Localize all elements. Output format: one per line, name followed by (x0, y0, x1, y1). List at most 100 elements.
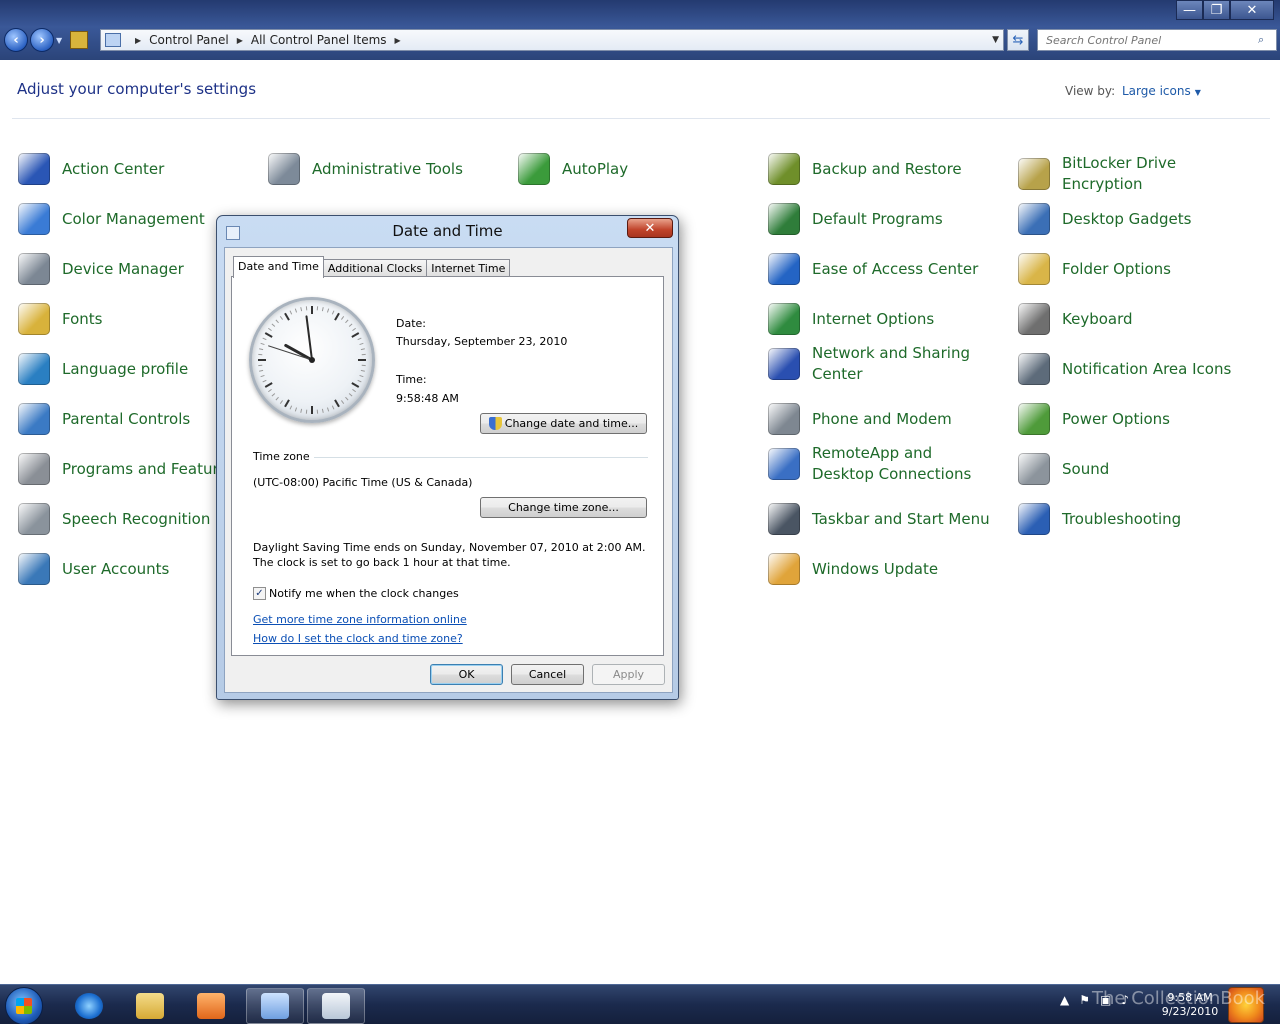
color-icon (18, 203, 50, 235)
cp-item-bitlocker[interactable]: BitLocker Drive Encryption (1018, 153, 1258, 195)
folder-icon (136, 993, 164, 1019)
clock-hour-tick (351, 382, 360, 388)
clock-minute-tick (348, 323, 353, 327)
taskbar-date-time[interactable] (307, 988, 365, 1024)
back-button[interactable]: ‹ (4, 28, 28, 52)
media-player-icon (197, 993, 225, 1019)
maximize-button[interactable]: ❐ (1203, 0, 1230, 20)
programs-icon (18, 453, 50, 485)
folder-icon (1018, 253, 1050, 285)
clock-hour-tick (284, 399, 290, 408)
close-button[interactable]: ✕ (1230, 0, 1274, 20)
refresh-button[interactable]: ⇆ (1007, 29, 1029, 51)
view-by-dropdown[interactable]: Large icons ▼ (1122, 84, 1201, 98)
clock-minute-tick (289, 405, 293, 410)
cp-item-action-center[interactable]: Action Center (18, 153, 258, 185)
clock-minute-tick (275, 319, 279, 324)
watermark-text: The CollectionBook (1092, 988, 1266, 1009)
cp-item-phone-modem[interactable]: Phone and Modem (768, 403, 1008, 435)
cp-item-network-sharing[interactable]: Network and Sharing Center (768, 343, 998, 385)
play-icon (518, 153, 550, 185)
gadgets-icon (1018, 203, 1050, 235)
dialog-close-button[interactable]: ✕ (627, 218, 673, 238)
notify-checkbox[interactable]: ✓ (253, 587, 266, 600)
chevron-right-icon[interactable]: ▶ (135, 36, 141, 45)
cp-item-remoteapp[interactable]: RemoteApp and Desktop Connections (768, 443, 998, 485)
keyboard-icon (1018, 303, 1050, 335)
action-center-flag-icon[interactable]: ⚑ (1079, 993, 1090, 1007)
cp-item-autoplay[interactable]: AutoPlay (518, 153, 758, 185)
apply-button[interactable]: Apply (592, 664, 665, 685)
time-label: Time: (396, 373, 427, 386)
cp-item-ease-of-access[interactable]: Ease of Access Center (768, 253, 1008, 285)
taskbar-media-player[interactable] (182, 988, 240, 1024)
refresh-icon: ⇆ (1012, 32, 1024, 48)
divider (12, 118, 1270, 119)
taskbar-control-panel[interactable] (246, 988, 304, 1024)
parental-icon (18, 403, 50, 435)
time-value: 9:58:48 AM (396, 392, 459, 405)
cp-item-folder-options[interactable]: Folder Options (1018, 253, 1258, 285)
ok-button[interactable]: OK (430, 664, 503, 685)
flag-icon (18, 153, 50, 185)
clock-minute-tick (294, 308, 298, 313)
address-bar[interactable]: ▶ Control Panel ▶ All Control Panel Item… (100, 29, 1004, 51)
arrow-right-icon: › (39, 32, 45, 48)
close-icon: ✕ (644, 220, 656, 236)
up-folder-icon[interactable] (70, 31, 89, 49)
clock-minute-tick (260, 342, 265, 346)
backup-icon (768, 153, 800, 185)
cp-item-windows-update[interactable]: Windows Update (768, 553, 1008, 585)
cp-item-backup-restore[interactable]: Backup and Restore (768, 153, 1008, 185)
navigation-buttons: ‹ › ▼ (4, 28, 89, 52)
dialog-title: Date and Time (392, 222, 503, 240)
clock-minute-tick (326, 308, 330, 313)
recent-pages-dropdown[interactable]: ▼ (56, 36, 62, 45)
minute-hand (305, 315, 313, 361)
tools-icon (268, 153, 300, 185)
clock-minute-tick (359, 342, 364, 346)
cancel-button[interactable]: Cancel (511, 664, 584, 685)
how-to-set-clock-link[interactable]: How do I set the clock and time zone? (253, 632, 463, 645)
minimize-button[interactable]: — (1176, 0, 1203, 20)
start-button[interactable] (5, 987, 43, 1024)
cp-item-sound[interactable]: Sound (1018, 453, 1258, 485)
search-icon[interactable]: ⌕ (1258, 33, 1276, 47)
search-input[interactable] (1038, 31, 1258, 49)
chevron-right-icon[interactable]: ▶ (237, 36, 243, 45)
show-hidden-icons-icon[interactable]: ▲ (1060, 993, 1069, 1007)
cp-item-power-options[interactable]: Power Options (1018, 403, 1258, 435)
cp-item-default-programs[interactable]: Default Programs (768, 203, 1008, 235)
date-time-dialog: Date and Time ✕ Date and Time Additional… (216, 215, 679, 700)
accessibility-icon (768, 253, 800, 285)
cp-item-administrative-tools[interactable]: Administrative Tools (268, 153, 508, 185)
cp-item-notification-area[interactable]: Notification Area Icons (1018, 353, 1258, 385)
cp-item-internet-options[interactable]: Internet Options (768, 303, 1008, 335)
clock-center (309, 357, 315, 363)
taskbar-internet-explorer[interactable] (60, 988, 118, 1024)
clock-minute-tick (340, 316, 345, 320)
control-panel-icon (261, 993, 289, 1019)
cp-item-troubleshooting[interactable]: Troubleshooting (1018, 503, 1258, 535)
cp-item-taskbar-start[interactable]: Taskbar and Start Menu (768, 503, 1008, 535)
tab-date-and-time[interactable]: Date and Time (233, 256, 324, 278)
breadcrumb-all-items[interactable]: All Control Panel Items (251, 33, 387, 47)
notify-checkbox-label[interactable]: Notify me when the clock changes (269, 587, 459, 600)
windows-update-icon (768, 553, 800, 585)
forward-button[interactable]: › (30, 28, 54, 52)
date-value: Thursday, September 23, 2010 (396, 335, 568, 348)
breadcrumb-control-panel[interactable]: Control Panel (149, 33, 229, 47)
cp-item-desktop-gadgets[interactable]: Desktop Gadgets (1018, 203, 1258, 235)
cp-item-keyboard[interactable]: Keyboard (1018, 303, 1258, 335)
change-date-time-button[interactable]: Change date and time... (480, 413, 647, 434)
chevron-right-icon[interactable]: ▶ (395, 36, 401, 45)
view-by-label: View by: (1065, 84, 1116, 98)
change-time-zone-button[interactable]: Change time zone... (480, 497, 647, 518)
clock-minute-tick (321, 408, 324, 413)
address-dropdown-icon[interactable]: ▼ (992, 35, 999, 45)
clock-minute-tick (352, 327, 356, 332)
more-time-zone-info-link[interactable]: Get more time zone information online (253, 613, 467, 626)
taskbar-explorer[interactable] (121, 988, 179, 1024)
internet-explorer-icon (75, 993, 103, 1019)
window-controls: — ❐ ✕ (1176, 0, 1274, 20)
